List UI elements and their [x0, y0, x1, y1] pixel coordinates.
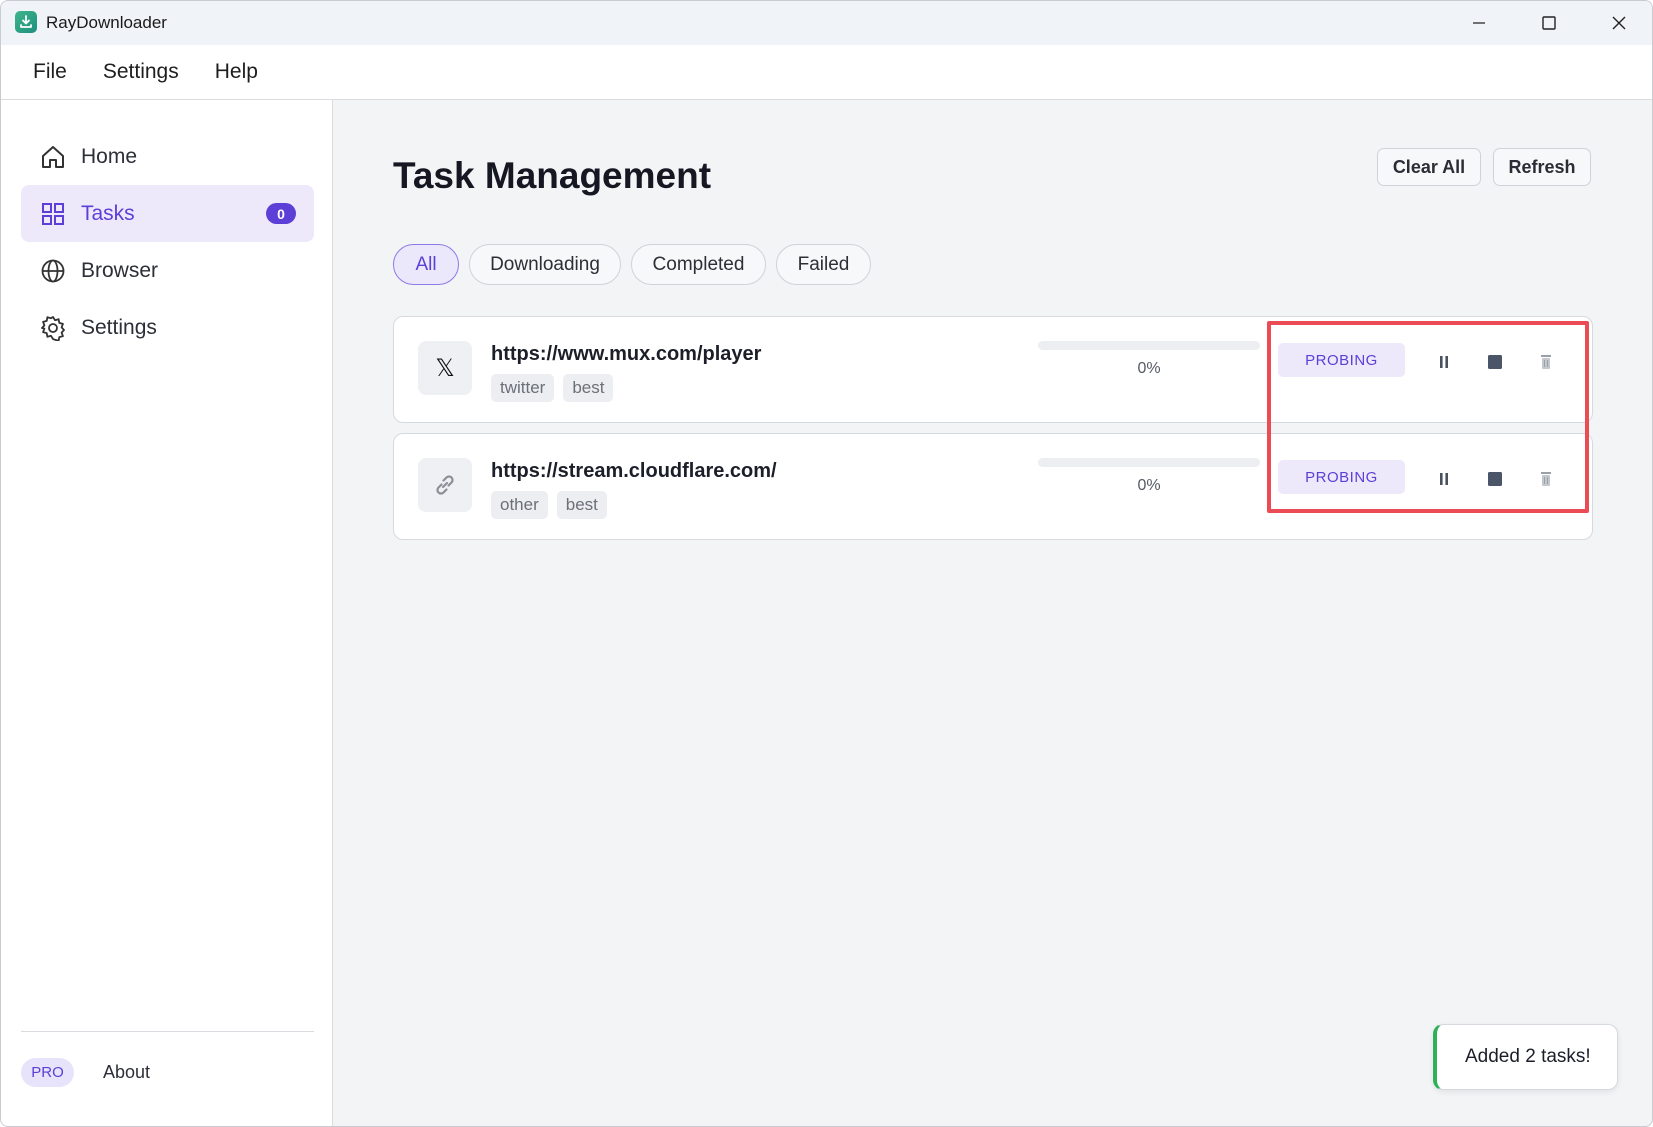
sidebar: Home Tasks 0 Browser Settings PRO About — [1, 100, 333, 1126]
menu-bar: File Settings Help — [1, 45, 1652, 100]
globe-icon — [39, 257, 67, 285]
sidebar-item-browser[interactable]: Browser — [21, 242, 314, 299]
title-bar: RayDownloader — [1, 1, 1652, 45]
delete-button[interactable] — [1531, 347, 1561, 377]
status-badge: PROBING — [1278, 460, 1405, 494]
task-card[interactable]: https://stream.cloudflare.com/ other bes… — [393, 433, 1593, 540]
filter-downloading[interactable]: Downloading — [469, 244, 621, 285]
sidebar-item-label: Browser — [81, 258, 159, 282]
trash-icon — [1541, 472, 1551, 486]
task-tags: twitter best — [491, 374, 614, 402]
progress-bar — [1038, 341, 1260, 350]
sidebar-item-home[interactable]: Home — [21, 128, 314, 185]
trash-icon — [1541, 355, 1551, 369]
sidebar-item-label: Tasks — [81, 201, 135, 225]
download-app-icon — [15, 11, 37, 33]
task-card[interactable]: 𝕏 https://www.mux.com/player twitter bes… — [393, 316, 1593, 423]
stop-icon — [1488, 472, 1502, 486]
filter-tabs: All Downloading Completed Failed — [393, 244, 871, 285]
pause-button[interactable] — [1429, 464, 1459, 494]
gear-icon — [39, 314, 67, 342]
app-window: RayDownloader File Settings Help Home Ta… — [0, 0, 1653, 1127]
sidebar-item-settings[interactable]: Settings — [21, 299, 314, 356]
progress-percent: 0% — [1137, 477, 1161, 494]
pause-button[interactable] — [1429, 347, 1459, 377]
pause-icon — [1440, 473, 1448, 485]
task-url: https://www.mux.com/player — [491, 343, 762, 365]
close-button[interactable] — [1586, 1, 1652, 45]
maximize-icon — [1542, 16, 1556, 30]
filter-failed[interactable]: Failed — [776, 244, 871, 285]
maximize-button[interactable] — [1516, 1, 1582, 45]
task-url: https://stream.cloudflare.com/ — [491, 460, 777, 482]
progress-bar — [1038, 458, 1260, 467]
x-logo-icon: 𝕏 — [418, 341, 472, 395]
stop-icon — [1488, 355, 1502, 369]
pro-badge[interactable]: PRO — [21, 1058, 74, 1087]
window-title: RayDownloader — [46, 13, 167, 32]
refresh-button[interactable]: Refresh — [1493, 148, 1591, 186]
clear-all-button[interactable]: Clear All — [1377, 148, 1481, 186]
task-tag: best — [563, 374, 614, 402]
task-tag: twitter — [491, 374, 555, 402]
menu-settings[interactable]: Settings — [103, 60, 179, 84]
pause-icon — [1440, 356, 1448, 368]
grid-icon — [39, 200, 67, 228]
filter-all[interactable]: All — [393, 244, 459, 285]
delete-button[interactable] — [1531, 464, 1561, 494]
menu-help[interactable]: Help — [215, 60, 258, 84]
home-icon — [39, 143, 67, 171]
progress-percent: 0% — [1137, 360, 1161, 377]
link-icon — [418, 458, 472, 512]
page-title: Task Management — [393, 155, 712, 196]
close-icon — [1612, 16, 1626, 30]
sidebar-item-label: Settings — [81, 315, 157, 339]
sidebar-divider — [21, 1031, 314, 1032]
status-badge: PROBING — [1278, 343, 1405, 377]
task-tag: best — [556, 491, 607, 519]
tasks-count-badge: 0 — [266, 203, 296, 224]
stop-button[interactable] — [1480, 464, 1510, 494]
minimize-button[interactable] — [1446, 1, 1512, 45]
main-content: Task Management Clear All Refresh All Do… — [333, 100, 1652, 1126]
task-tags: other best — [491, 491, 607, 519]
minimize-icon — [1473, 22, 1485, 24]
filter-completed[interactable]: Completed — [631, 244, 766, 285]
stop-button[interactable] — [1480, 347, 1510, 377]
toast-notification: Added 2 tasks! — [1433, 1024, 1618, 1090]
menu-file[interactable]: File — [33, 60, 67, 84]
task-tag: other — [491, 491, 548, 519]
sidebar-item-label: Home — [81, 144, 138, 168]
sidebar-item-tasks[interactable]: Tasks 0 — [21, 185, 314, 242]
about-link[interactable]: About — [103, 1062, 150, 1083]
